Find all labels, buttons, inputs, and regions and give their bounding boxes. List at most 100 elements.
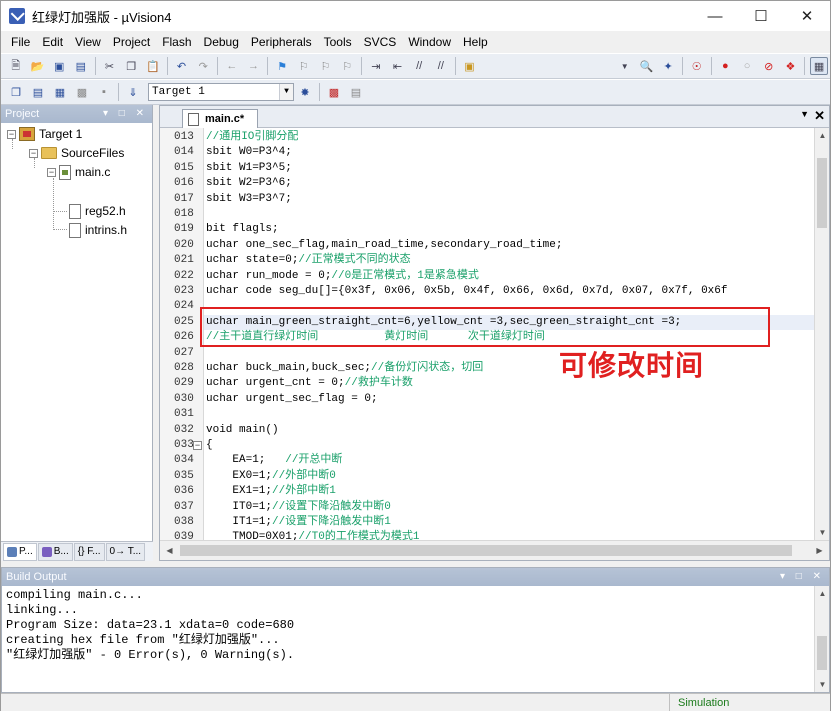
target-options-icon[interactable]: ✸: [296, 83, 314, 101]
code-line[interactable]: IT1=1;//设置下降沿触发中断1: [206, 515, 390, 530]
code-line[interactable]: EX1=1;//外部中断1: [206, 484, 335, 499]
code-line[interactable]: uchar code seg_du[]={0x3f, 0x06, 0x5b, 0…: [206, 284, 728, 299]
code-line[interactable]: uchar run_mode = 0;//0是正常模式，1是紧急模式: [206, 269, 479, 284]
target-select[interactable]: Target 1 ▼: [148, 83, 294, 101]
panel-controls[interactable]: ▾ □ ✕: [780, 568, 825, 586]
indent-icon[interactable]: ⇥: [367, 57, 385, 75]
maximize-button[interactable]: ☐: [738, 1, 784, 31]
menu-project[interactable]: Project: [107, 31, 156, 53]
bookmark-next-icon[interactable]: ⚐: [317, 57, 335, 75]
tab-books[interactable]: B...: [37, 542, 73, 561]
bookmark-icon[interactable]: ⚑: [273, 57, 291, 75]
redo-icon[interactable]: ↷: [194, 57, 212, 75]
find-in-files-icon[interactable]: ▣: [461, 57, 479, 75]
find-icon[interactable]: 🔍: [638, 57, 656, 75]
save-all-icon[interactable]: ▤: [72, 57, 90, 75]
paste-icon[interactable]: 📋: [144, 57, 162, 75]
code-line[interactable]: TMOD=0X01;//T0的工作模式为模式1: [206, 530, 419, 540]
editor-vertical-scrollbar[interactable]: ▲ ▼: [814, 128, 829, 540]
rebuild-icon[interactable]: ▦: [51, 83, 69, 101]
insert-breakpoint-icon[interactable]: ●: [717, 57, 735, 75]
tab-templates[interactable]: 0→ T...: [105, 542, 146, 561]
tree-node-sourcefiles[interactable]: − SourceFiles: [29, 144, 124, 162]
menu-peripherals[interactable]: Peripherals: [245, 31, 318, 53]
incremental-find-icon[interactable]: ✦: [659, 57, 677, 75]
fold-icon[interactable]: −: [193, 441, 202, 450]
tab-functions[interactable]: {} F...: [73, 542, 105, 561]
menu-flash[interactable]: Flash: [156, 31, 197, 53]
tab-project[interactable]: P...: [3, 542, 37, 561]
enable-breakpoint-icon[interactable]: ○: [738, 57, 756, 75]
code-line[interactable]: IT0=1;//设置下降沿触发中断0: [206, 500, 390, 515]
tab-list-icon[interactable]: ▼: [800, 109, 809, 119]
menu-debug[interactable]: Debug: [198, 31, 245, 53]
menu-view[interactable]: View: [69, 31, 107, 53]
tree-node-target[interactable]: − Target 1: [7, 125, 82, 143]
code-line[interactable]: EA=1; //开总中断: [206, 453, 342, 468]
code-line[interactable]: uchar buck_main,buck_sec;//备份灯闪状态，切回: [206, 361, 483, 376]
open-folder-icon[interactable]: 📂: [29, 57, 47, 75]
code-line[interactable]: uchar urgent_cnt = 0;//救护车计数: [206, 376, 413, 391]
minimize-button[interactable]: —: [692, 1, 738, 31]
close-button[interactable]: ✕: [784, 1, 830, 31]
scroll-up-icon[interactable]: ▲: [815, 586, 830, 601]
disable-breakpoints-icon[interactable]: ⊘: [760, 57, 778, 75]
cut-icon[interactable]: ✂: [101, 57, 119, 75]
close-tab-icon[interactable]: ✕: [814, 108, 825, 124]
collapse-icon[interactable]: −: [29, 148, 38, 158]
copy-icon[interactable]: ❐: [122, 57, 140, 75]
build-output-scrollbar[interactable]: ▲ ▼: [814, 586, 829, 692]
code-line[interactable]: uchar one_sec_flag,main_road_time,second…: [206, 238, 562, 253]
nav-back-icon[interactable]: ←: [223, 57, 241, 75]
code-line[interactable]: void main(): [206, 423, 279, 438]
small-dropdown-icon[interactable]: ▼: [616, 57, 634, 75]
stop-build-icon[interactable]: ▪: [95, 83, 113, 101]
tree-node-reg52-h[interactable]: reg52.h: [69, 202, 126, 220]
code-line[interactable]: uchar state=0;//正常模式不同的状态: [206, 253, 411, 268]
select-packs-icon[interactable]: ▤: [347, 83, 365, 101]
save-icon[interactable]: ▣: [50, 57, 68, 75]
menu-window[interactable]: Window: [402, 31, 457, 53]
scroll-down-icon[interactable]: ▼: [815, 677, 830, 692]
menu-svcs[interactable]: SVCS: [358, 31, 403, 53]
code-line[interactable]: //通用IO引脚分配: [206, 130, 298, 145]
code-line[interactable]: sbit W2=P3^6;: [206, 176, 292, 191]
undo-icon[interactable]: ↶: [173, 57, 191, 75]
collapse-icon[interactable]: −: [47, 167, 56, 177]
scroll-down-icon[interactable]: ▼: [815, 525, 830, 540]
scroll-thumb[interactable]: [817, 636, 827, 670]
menu-edit[interactable]: Edit: [36, 31, 69, 53]
uncomment-icon[interactable]: //: [432, 57, 450, 75]
start-debug-icon[interactable]: ☉: [688, 57, 706, 75]
code-line[interactable]: uchar urgent_sec_flag = 0;: [206, 392, 378, 407]
scroll-thumb[interactable]: [817, 158, 827, 228]
collapse-icon[interactable]: −: [7, 129, 16, 139]
window-layout-icon[interactable]: ▦: [810, 57, 828, 75]
menu-file[interactable]: File: [5, 31, 36, 53]
batch-build-icon[interactable]: ▩: [73, 83, 91, 101]
editor-horizontal-scrollbar[interactable]: ◀ ▶: [160, 540, 829, 560]
manage-components-icon[interactable]: ▩: [325, 83, 343, 101]
scroll-right-icon[interactable]: ▶: [812, 543, 827, 558]
code-line[interactable]: EX0=1;//外部中断0: [206, 469, 335, 484]
menu-tools[interactable]: Tools: [318, 31, 358, 53]
comment-icon[interactable]: //: [410, 57, 428, 75]
scroll-left-icon[interactable]: ◀: [162, 543, 177, 558]
tab-main-c[interactable]: main.c*: [182, 109, 258, 128]
scroll-up-icon[interactable]: ▲: [815, 128, 830, 143]
code-line[interactable]: sbit W0=P3^4;: [206, 145, 292, 160]
tree-node-intrins-h[interactable]: intrins.h: [69, 221, 127, 239]
unindent-icon[interactable]: ⇤: [389, 57, 407, 75]
bookmark-clear-icon[interactable]: ⚐: [338, 57, 356, 75]
menu-help[interactable]: Help: [457, 31, 494, 53]
bookmark-prev-icon[interactable]: ⚐: [295, 57, 313, 75]
download-icon[interactable]: ⇓: [124, 83, 142, 101]
code-line[interactable]: bit flagls;: [206, 222, 279, 237]
tree-node-main-c[interactable]: − main.c: [47, 163, 110, 181]
code-line[interactable]: sbit W3=P3^7;: [206, 192, 292, 207]
nav-forward-icon[interactable]: →: [245, 57, 263, 75]
new-file-icon[interactable]: 🗎: [7, 57, 25, 75]
code-line[interactable]: {: [206, 438, 213, 453]
kill-breakpoints-icon[interactable]: ❖: [782, 57, 800, 75]
panel-controls[interactable]: ▾ □ ✕: [103, 105, 148, 123]
